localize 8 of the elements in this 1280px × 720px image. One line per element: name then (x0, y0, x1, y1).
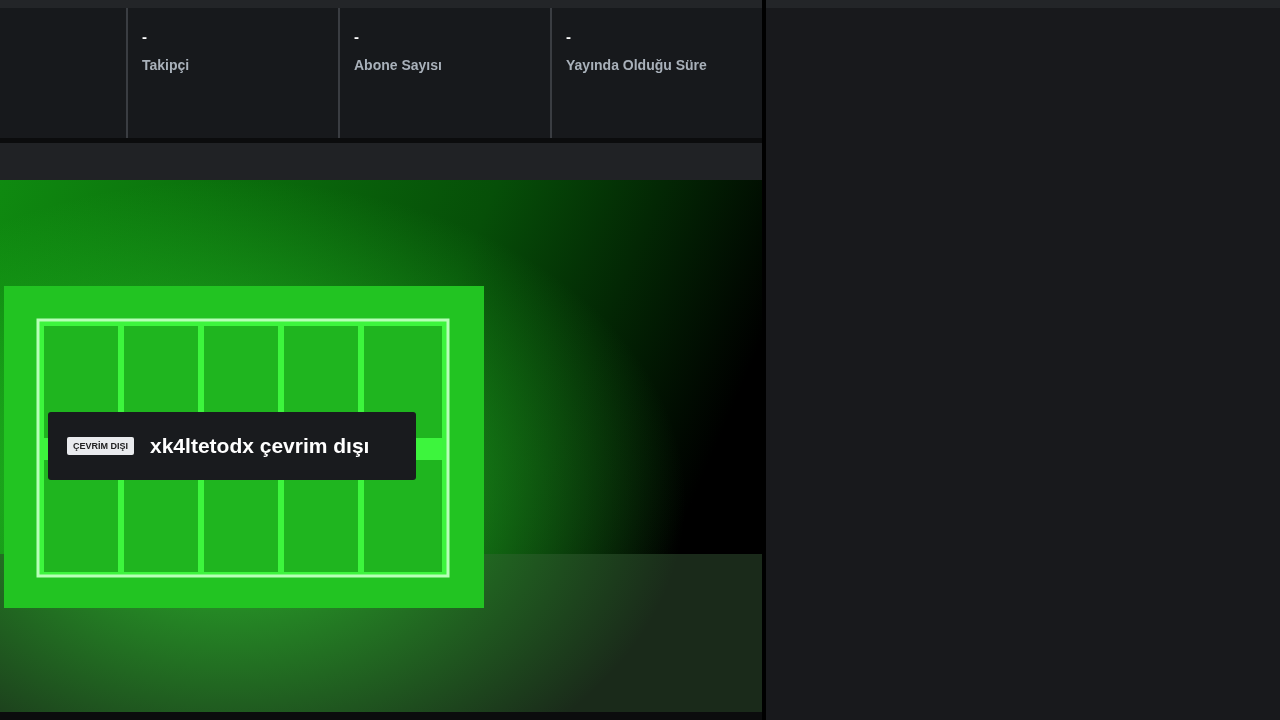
stat-value: - (566, 28, 572, 45)
stat-label: Takipçi (142, 57, 191, 73)
stat-label: Abone Sayısı (354, 57, 443, 73)
stat-value: - (142, 28, 148, 45)
offline-badge: ÇEVRİM DIŞI (67, 437, 134, 455)
offline-message: xk4ltetodx çevrim dışı (150, 434, 370, 458)
stat-label: Yayında Olduğu Süre (566, 57, 708, 73)
stat-value: - (354, 28, 360, 45)
